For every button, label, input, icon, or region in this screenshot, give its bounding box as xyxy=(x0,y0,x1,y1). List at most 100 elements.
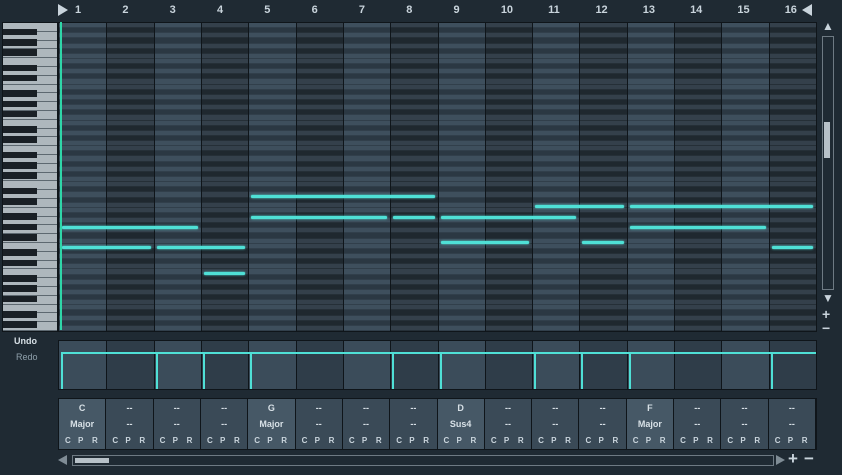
bar-number[interactable]: 6 xyxy=(312,4,318,16)
zoom-in-icon[interactable]: + xyxy=(788,449,798,469)
chord-row[interactable]: C Major C P R -- -- C P R -- -- C P R -- -- C P R G Major C P R -… xyxy=(58,398,817,450)
chord-p-button[interactable]: P xyxy=(551,436,556,445)
chord-c-button[interactable]: C xyxy=(680,436,686,445)
chord-type[interactable]: -- xyxy=(485,419,531,429)
black-key[interactable] xyxy=(3,110,37,118)
midi-note[interactable] xyxy=(440,241,530,245)
chord-root[interactable]: -- xyxy=(106,403,152,413)
velocity-lane[interactable] xyxy=(58,340,817,390)
chord-type[interactable]: -- xyxy=(106,419,152,429)
chord-slot[interactable]: -- -- C P R xyxy=(200,399,249,449)
bar-number[interactable]: 11 xyxy=(548,4,560,16)
chord-type[interactable]: -- xyxy=(674,419,720,429)
redo-button[interactable]: Redo xyxy=(16,352,38,362)
chord-r-button[interactable]: R xyxy=(139,436,145,445)
chord-p-button[interactable]: P xyxy=(315,436,320,445)
chord-p-button[interactable]: P xyxy=(788,436,793,445)
chord-type[interactable]: -- xyxy=(721,419,767,429)
black-key[interactable] xyxy=(3,28,37,36)
chord-type[interactable]: -- xyxy=(769,419,815,429)
chord-r-button[interactable]: R xyxy=(187,436,193,445)
black-key[interactable] xyxy=(3,64,37,72)
chord-p-button[interactable]: P xyxy=(125,436,130,445)
bar-number[interactable]: 3 xyxy=(170,4,176,16)
chord-c-button[interactable]: C xyxy=(727,436,733,445)
chord-p-button[interactable]: P xyxy=(362,436,367,445)
chord-root[interactable]: -- xyxy=(296,403,342,413)
chord-root[interactable]: -- xyxy=(579,403,625,413)
midi-note[interactable] xyxy=(62,225,198,229)
chord-slot[interactable]: -- -- C P R xyxy=(579,399,627,449)
black-key[interactable] xyxy=(3,162,37,169)
black-key[interactable] xyxy=(3,259,37,267)
bar-number[interactable]: 15 xyxy=(737,4,749,16)
bar-number[interactable]: 14 xyxy=(690,4,702,16)
black-key[interactable] xyxy=(3,100,37,108)
chord-slot[interactable]: -- -- C P R xyxy=(721,399,769,449)
midi-note[interactable] xyxy=(771,246,813,250)
undo-button[interactable]: Undo xyxy=(14,336,37,346)
chord-slot[interactable]: -- -- C P R xyxy=(106,399,154,449)
chord-type[interactable]: Major xyxy=(627,419,673,429)
chord-p-button[interactable]: P xyxy=(504,436,509,445)
chord-root[interactable]: D xyxy=(438,403,484,413)
velocity-step[interactable] xyxy=(628,352,771,389)
chord-type[interactable]: -- xyxy=(343,419,389,429)
chord-slot[interactable]: F Major C P R xyxy=(626,399,675,449)
zoom-in-vertical-icon[interactable]: + xyxy=(822,307,830,321)
bar-number[interactable]: 16 xyxy=(785,4,797,16)
scroll-up-icon[interactable]: ▲ xyxy=(822,20,834,32)
midi-note[interactable] xyxy=(203,271,246,275)
chord-slot[interactable]: C Major C P R xyxy=(59,399,107,449)
velocity-step[interactable] xyxy=(439,352,535,389)
black-key[interactable] xyxy=(3,198,37,205)
chord-type[interactable]: -- xyxy=(154,419,200,429)
scroll-right-icon[interactable] xyxy=(776,455,785,465)
chord-slot[interactable]: -- -- C P R xyxy=(674,399,722,449)
bar-ruler[interactable]: 1 2 3 4 5 6 7 8 9 10 11 12 13 14 15 16 xyxy=(57,0,817,20)
chord-r-button[interactable]: R xyxy=(471,436,477,445)
chord-c-button[interactable]: C xyxy=(633,436,639,445)
midi-note[interactable] xyxy=(629,205,813,209)
black-key[interactable] xyxy=(3,321,37,328)
black-key[interactable] xyxy=(3,285,37,292)
chord-r-button[interactable]: R xyxy=(92,436,98,445)
bar-number[interactable]: 8 xyxy=(406,4,412,16)
zoom-out-icon[interactable]: − xyxy=(804,449,814,469)
midi-note[interactable] xyxy=(535,205,624,209)
chord-slot[interactable]: G Major C P R xyxy=(248,399,296,449)
chord-p-button[interactable]: P xyxy=(740,436,745,445)
chord-p-button[interactable]: P xyxy=(457,436,462,445)
scroll-down-icon[interactable]: ▼ xyxy=(822,292,834,304)
chord-p-button[interactable]: P xyxy=(173,436,178,445)
black-key[interactable] xyxy=(3,136,37,144)
chord-root[interactable]: -- xyxy=(154,403,200,413)
chord-r-button[interactable]: R xyxy=(754,436,760,445)
chord-slot[interactable]: -- -- C P R xyxy=(153,399,201,449)
midi-note[interactable] xyxy=(440,215,577,219)
velocity-step[interactable] xyxy=(581,352,629,389)
horizontal-scroll-thumb[interactable] xyxy=(75,458,109,463)
black-key[interactable] xyxy=(3,126,37,133)
velocity-step[interactable] xyxy=(770,352,816,389)
chord-c-button[interactable]: C xyxy=(444,436,450,445)
chord-r-button[interactable]: R xyxy=(565,436,571,445)
chord-c-button[interactable]: C xyxy=(160,436,166,445)
chord-slot[interactable]: -- -- C P R xyxy=(532,399,580,449)
black-key[interactable] xyxy=(3,310,37,318)
chord-type[interactable]: Major xyxy=(248,419,294,429)
loop-start-marker-icon[interactable] xyxy=(58,4,68,16)
chord-c-button[interactable]: C xyxy=(207,436,213,445)
chord-p-button[interactable]: P xyxy=(646,436,651,445)
chord-r-button[interactable]: R xyxy=(518,436,524,445)
vertical-scroll-track[interactable] xyxy=(822,36,834,290)
chord-r-button[interactable]: R xyxy=(423,436,429,445)
chord-r-button[interactable]: R xyxy=(802,436,808,445)
chord-root[interactable]: -- xyxy=(390,403,436,413)
piano-keyboard[interactable] xyxy=(2,22,58,332)
bar-number[interactable]: 12 xyxy=(595,4,607,16)
bar-number[interactable]: 9 xyxy=(454,4,460,16)
black-key[interactable] xyxy=(3,90,37,97)
black-key[interactable] xyxy=(3,38,37,46)
chord-c-button[interactable]: C xyxy=(775,436,781,445)
